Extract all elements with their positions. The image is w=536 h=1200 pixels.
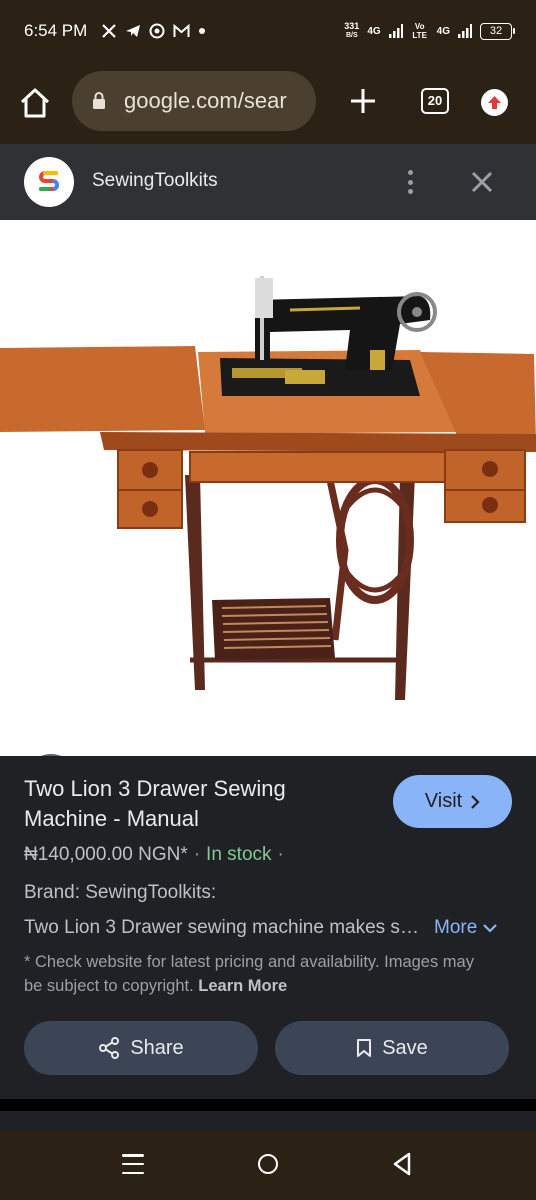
status-time: 6:54 PM (24, 21, 88, 40)
sewingtoolkits-logo-icon (39, 171, 59, 191)
tab-count-button[interactable]: 20 (421, 88, 449, 114)
disclaimer: * Check website for latest pricing and a… (24, 950, 494, 998)
close-icon[interactable] (468, 168, 496, 196)
whatsapp-icon (149, 23, 165, 39)
sewing-machine-table-image (0, 276, 536, 700)
battery-icon: 32 (480, 22, 515, 40)
save-button[interactable]: Save (275, 1021, 509, 1075)
url-text: google.com/sear (124, 88, 287, 113)
browser-toolbar: google.com/sear 20 (0, 62, 536, 144)
separator: · (193, 844, 201, 865)
product-image[interactable] (0, 220, 536, 756)
product-price: ₦140,000.00 NGN* (24, 844, 188, 865)
share-label: Share (130, 1036, 184, 1059)
more-options-icon[interactable] (400, 166, 420, 198)
sim2-label: 4G (436, 25, 450, 37)
chevron-right-icon (471, 794, 480, 809)
more-label: More (434, 917, 478, 938)
system-status: 331 B/S 4G Vo LTE 4G 32 (344, 22, 515, 40)
dot-icon (199, 28, 206, 34)
net-speed-value: 331 (344, 21, 360, 31)
brand-line: Brand: SewingToolkits: (24, 882, 217, 903)
bookmark-icon (357, 1039, 372, 1057)
more-button[interactable]: More (434, 917, 498, 939)
result-panel: SewingToolkits Two Lion 3 Drawer Sewing … (0, 144, 536, 1130)
sim1-label: 4G (367, 25, 381, 37)
volte-label: Vo LTE (412, 22, 427, 40)
back-icon[interactable] (392, 1152, 412, 1176)
save-label: Save (382, 1036, 428, 1059)
update-button[interactable] (481, 89, 508, 116)
visit-label: Visit (424, 790, 463, 812)
signal-icon-2 (458, 24, 472, 38)
navigation-bar (0, 1130, 536, 1200)
net-speed: 331 B/S (344, 22, 359, 40)
chevron-down-icon (483, 924, 498, 933)
site-name[interactable]: SewingToolkits (92, 170, 218, 192)
url-bar[interactable]: google.com/sear (72, 71, 316, 131)
divider (0, 1099, 536, 1111)
arrow-up-icon (488, 96, 501, 109)
home-icon[interactable] (18, 86, 52, 120)
learn-more-link[interactable]: Learn More (198, 977, 287, 995)
separator-trailing: · (277, 844, 284, 865)
recents-icon[interactable] (122, 1154, 144, 1174)
site-logo[interactable] (24, 157, 74, 207)
page-bottom (0, 1111, 536, 1130)
status-bar: 6:54 PM 331 B/S 4G Vo LTE 4G 32 (0, 0, 536, 62)
visit-button[interactable]: Visit (393, 775, 512, 828)
lock-icon (93, 92, 105, 109)
home-circle-icon[interactable] (258, 1154, 278, 1174)
x-icon (102, 24, 117, 38)
share-button[interactable]: Share (24, 1021, 258, 1075)
notification-icons (101, 23, 206, 39)
plus-icon[interactable] (348, 86, 378, 116)
product-description: Two Lion 3 Drawer sewing machine makes s… (24, 917, 422, 938)
net-speed-unit: B/S (345, 32, 358, 39)
stock-status: In stock (206, 844, 272, 865)
gmail-icon (173, 24, 190, 37)
price-line: ₦140,000.00 NGN* · In stock · (24, 844, 290, 866)
telegram-icon (126, 25, 141, 37)
share-icon (99, 1037, 120, 1059)
signal-icon (388, 24, 403, 38)
product-title[interactable]: Two Lion 3 Drawer Sewing Machine - Manua… (24, 774, 344, 834)
panel-header: SewingToolkits (0, 144, 536, 220)
